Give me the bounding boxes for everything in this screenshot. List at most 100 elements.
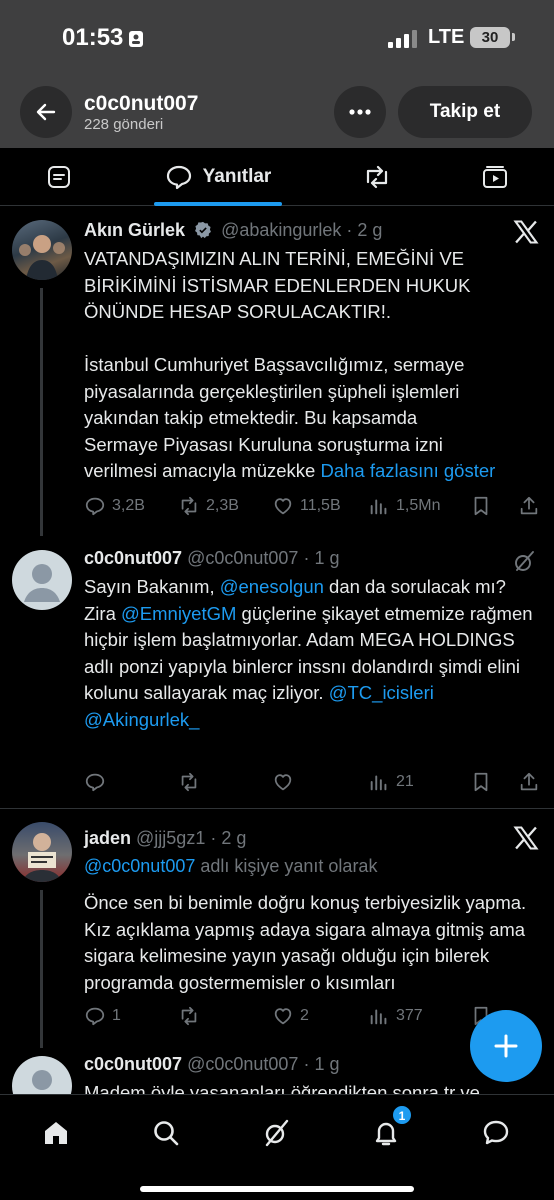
author-name[interactable]: c0c0nut007 xyxy=(84,548,182,568)
avatar[interactable] xyxy=(12,550,72,610)
reply-icon xyxy=(85,497,105,516)
follow-button[interactable]: Takip et xyxy=(398,86,532,138)
profile-name: c0c0nut007 xyxy=(84,92,199,115)
reply-icon xyxy=(85,1007,105,1026)
tweet-header: c0c0nut007 @c0c0nut007 · 1 g xyxy=(84,548,339,569)
like-icon xyxy=(274,498,292,515)
tab-posts[interactable] xyxy=(30,148,88,206)
tweet-text: Madem öyle yasananları öğrendikten sonra… xyxy=(84,1082,480,1094)
nav-home[interactable] xyxy=(32,1109,80,1157)
tweet-line: ÖNÜNDE HESAP SORULACAKTIR!. xyxy=(84,301,392,322)
avatar[interactable] xyxy=(12,1056,72,1094)
mention-link[interactable]: @TC_icisleri xyxy=(329,682,434,703)
tweet-reply[interactable]: jaden @jjj5gz1 · 2 g @c0c0nut007 adlı ki… xyxy=(0,812,554,1048)
top-bar: 01:53 LTE 30 c0c0nut007 228 gönderi Taki… xyxy=(0,0,554,148)
like-button[interactable]: 11,5B xyxy=(272,492,341,520)
reply-to-handle[interactable]: @c0c0nut007 xyxy=(84,856,195,876)
bookmark-button[interactable] xyxy=(470,768,492,796)
like-button[interactable] xyxy=(272,768,294,796)
share-button[interactable] xyxy=(518,768,540,796)
home-icon xyxy=(45,1122,67,1144)
views-button[interactable]: 377 xyxy=(368,1002,423,1030)
thread-line xyxy=(40,288,43,536)
repost-count: 2,3B xyxy=(206,497,239,514)
avatar[interactable] xyxy=(12,822,72,882)
tweet-original[interactable]: Akın Gürlek @abakingurlek · 2 g VATANDAŞ… xyxy=(0,206,554,536)
reply-to-text: adlı kişiye yanıt olarak xyxy=(195,856,378,876)
tweet-line-text: verilmesi amacıyla müzekke xyxy=(84,460,316,481)
share-icon xyxy=(520,772,538,791)
reply-button[interactable]: 3,2B xyxy=(84,492,145,520)
post-count: 228 gönderi xyxy=(84,116,164,133)
author-name[interactable]: jaden xyxy=(84,828,131,848)
reply-context: @c0c0nut007 adlı kişiye yanıt olarak xyxy=(84,856,377,877)
replies-feed: Akın Gürlek @abakingurlek · 2 g VATANDAŞ… xyxy=(0,206,554,1094)
thread-line xyxy=(40,890,43,1048)
nav-search[interactable] xyxy=(142,1109,190,1157)
mention-link[interactable]: @enesolgun xyxy=(220,576,324,597)
repost-button[interactable] xyxy=(178,768,200,796)
more-button[interactable] xyxy=(334,86,386,138)
tweet-header: c0c0nut007 @c0c0nut007 · 1 g xyxy=(84,1054,339,1075)
battery-tip xyxy=(512,33,515,41)
tweet-text: Önce sen bi benimle doğru konuş terbiyes… xyxy=(84,892,527,993)
x-logo-icon xyxy=(513,220,539,244)
bookmark-button[interactable] xyxy=(470,492,492,520)
status-time: 01:53 xyxy=(62,24,124,51)
view-count: 21 xyxy=(396,773,414,790)
nav-messages[interactable] xyxy=(472,1109,520,1157)
battery-indicator: 30 xyxy=(470,27,510,48)
tweet-line: VATANDAŞIMIZIN ALIN TERİNİ, EMEĞİNİ VE xyxy=(84,248,464,269)
avatar[interactable] xyxy=(12,220,72,280)
media-tab-icon xyxy=(483,166,507,188)
tweet-line: yakından takip etmektedir. Bu kapsamda xyxy=(84,407,418,428)
network-type: LTE xyxy=(428,26,465,48)
tweet-text: Sayın Bakanım, @enesolgun dan da sorulac… xyxy=(84,574,540,733)
repost-button[interactable]: 2,3B xyxy=(178,492,239,520)
views-button[interactable]: 1,5Mn xyxy=(368,492,440,520)
tweet-reply[interactable]: c0c0nut007 @c0c0nut007 · 1 g Sayın Bakan… xyxy=(0,540,554,806)
tweet-text: VATANDAŞIMIZIN ALIN TERİNİ, EMEĞİNİ VE B… xyxy=(84,246,540,485)
like-icon xyxy=(274,1008,292,1025)
show-more-link[interactable]: Daha fazlasını göster xyxy=(320,460,495,481)
mention-link[interactable]: @EmniyetGM xyxy=(121,603,236,624)
reply-button[interactable] xyxy=(84,768,106,796)
author-handle: @jjj5gz1 xyxy=(136,828,206,848)
notification-badge: 1 xyxy=(392,1105,412,1125)
tweet-line: İstanbul Cumhuriyet Başsavcılığımız, ser… xyxy=(84,354,465,375)
bookmark-icon xyxy=(474,772,488,792)
back-button[interactable] xyxy=(20,86,72,138)
author-handle: @abakingurlek xyxy=(221,220,342,240)
view-count: 377 xyxy=(396,1007,423,1024)
bookmark-icon xyxy=(474,496,488,516)
posts-tab-icon xyxy=(48,166,70,188)
author-handle: @c0c0nut007 xyxy=(187,1054,299,1074)
nav-grok[interactable] xyxy=(252,1109,300,1157)
reply-button[interactable]: 1 xyxy=(84,1002,121,1030)
author-name[interactable]: c0c0nut007 xyxy=(84,1054,182,1074)
tab-reposts[interactable] xyxy=(348,148,406,206)
repost-icon xyxy=(181,772,197,792)
share-button[interactable] xyxy=(518,492,540,520)
author-name[interactable]: Akın Gürlek xyxy=(84,220,185,240)
tweet-header: Akın Gürlek @abakingurlek · 2 g xyxy=(84,220,382,241)
home-indicator xyxy=(140,1186,414,1192)
share-icon xyxy=(520,496,538,515)
grok-icon[interactable] xyxy=(512,550,536,574)
post-time: · 2 g xyxy=(210,828,247,848)
views-button[interactable]: 21 xyxy=(368,768,414,796)
tab-replies[interactable]: Yanıtlar xyxy=(154,148,282,206)
compose-button[interactable] xyxy=(470,1010,542,1082)
tweet-line: verilmesi amacıyla müzekke Daha fazlasın… xyxy=(84,458,540,485)
messages-icon xyxy=(483,1120,509,1145)
like-count: 11,5B xyxy=(300,497,341,514)
mention-link[interactable]: @Akingurlek_ xyxy=(84,709,199,730)
bottom-navigation: 1 xyxy=(0,1094,554,1200)
tab-media[interactable] xyxy=(466,148,524,206)
x-logo-icon xyxy=(513,826,539,850)
like-button[interactable]: 2 xyxy=(272,1002,309,1030)
divider xyxy=(0,808,554,809)
reply-count: 3,2B xyxy=(112,497,145,514)
repost-button[interactable] xyxy=(178,1002,200,1030)
